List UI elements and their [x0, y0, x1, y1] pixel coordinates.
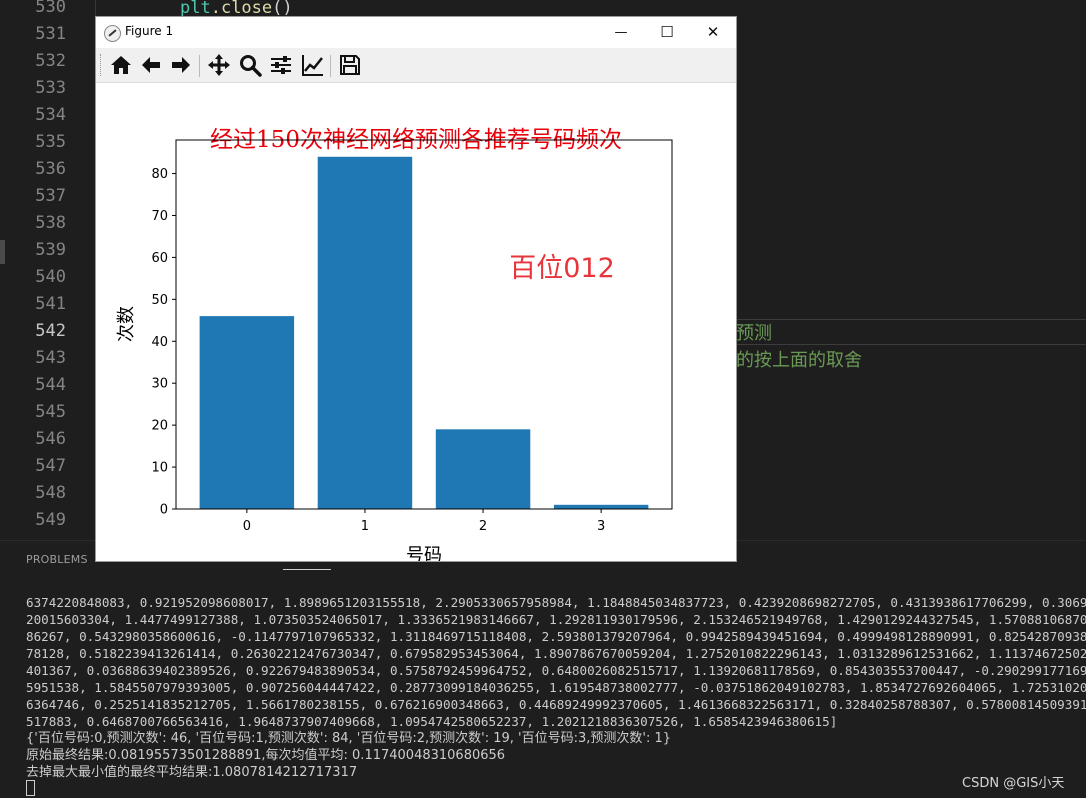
code-line-530[interactable]: plt.close() [180, 0, 293, 18]
bar-chart: 经过150次神经网络预测各推荐号码频次 百位012 01020304050607… [116, 127, 673, 561]
watermark: CSDN @GIS小天 [962, 776, 1065, 791]
line-number: 539 [35, 240, 66, 260]
terminal-output-line: 6374220848083, 0.921952098608017, 1.8989… [26, 595, 1086, 610]
line-number: 531 [35, 24, 66, 44]
line-number-gutter: 530 531 532 533 534 535 536 537 538 539 540 541 542 5… [0, 0, 96, 540]
line-number: 544 [35, 375, 66, 395]
figure-toolbar [96, 48, 736, 83]
tab-problems[interactable]: PROBLEMS [26, 553, 88, 566]
y-tick-label: 20 [151, 419, 168, 434]
code-token-paren: () [272, 0, 293, 18]
x-tick-label: 2 [479, 519, 487, 534]
bar-3 [553, 504, 649, 509]
x-axis-label: 号码 [406, 545, 442, 561]
line-number: 549 [35, 510, 66, 530]
figure-window[interactable]: Figure 1 — ☐ ✕ 经过150次神经网络预测各推荐号码频次 百位012… [96, 17, 736, 561]
subplots-icon[interactable] [268, 52, 294, 78]
line-number: 541 [35, 294, 66, 314]
close-button[interactable]: ✕ [690, 17, 736, 48]
back-arrow-icon[interactable] [138, 52, 164, 78]
plot-canvas[interactable]: 经过150次神经网络预测各推荐号码频次 百位012 0 10 20 30 40 50 60 7… [96, 83, 736, 561]
line-number: 548 [35, 483, 66, 503]
terminal-output-line: 去掉最大最小值的最终平均结果:1.0807814212717317 [26, 765, 358, 780]
x-tick-label: 1 [361, 519, 369, 534]
terminal-output-line: 6364746, 0.2525141835212705, 1.566178023… [26, 697, 1086, 712]
bar-1 [317, 156, 413, 509]
line-number: 536 [35, 159, 66, 179]
line-number: 545 [35, 402, 66, 422]
window-title: Figure 1 [125, 24, 174, 38]
line-number: 538 [35, 213, 66, 233]
x-tick-label: 0 [243, 519, 251, 534]
pan-icon[interactable] [206, 52, 232, 78]
forward-arrow-icon[interactable] [168, 52, 194, 78]
line-number: 546 [35, 429, 66, 449]
line-number: 540 [35, 267, 66, 287]
toolbar-separator [330, 55, 331, 77]
terminal-output-line: 401367, 0.03688639402389526, 0.922679483… [26, 663, 1086, 678]
y-tick-label: 50 [151, 293, 168, 308]
save-icon[interactable] [337, 52, 363, 78]
window-titlebar[interactable]: Figure 1 — ☐ ✕ [96, 17, 736, 48]
terminal-output-line: {'百位号码:0,预测次数': 46, '百位号码:1,预测次数': 84, '… [26, 731, 672, 746]
line-number: 537 [35, 186, 66, 206]
bar-0 [199, 316, 295, 509]
x-tick-label: 3 [597, 519, 605, 534]
code-token-function: .close [210, 0, 273, 18]
y-tick-label: 60 [151, 251, 168, 266]
minimize-button[interactable]: — [598, 17, 644, 48]
y-tick-label: 40 [151, 335, 168, 350]
y-tick-label: 10 [151, 461, 168, 476]
y-tick-label: 80 [151, 167, 168, 182]
line-number: 543 [35, 348, 66, 368]
matplotlib-icon [104, 25, 121, 42]
line-number: 533 [35, 78, 66, 98]
zoom-icon[interactable] [237, 52, 263, 78]
line-number: 547 [35, 456, 66, 476]
y-tick-label: 70 [151, 209, 168, 224]
home-icon[interactable] [108, 52, 134, 78]
y-tick-label: 0 [160, 503, 168, 518]
chart-annotation: 百位012 [509, 253, 615, 284]
terminal-output-line: 86267, 0.5432980358600616, -0.1147797107… [26, 629, 1086, 644]
line-number: 530 [35, 0, 66, 17]
terminal-output-line: 517883, 0.6468700766563416, 1.9648737907… [26, 714, 838, 729]
line-number: 534 [35, 105, 66, 125]
y-axis-label: 次数 [116, 306, 137, 342]
terminal-output-line: 20015603304, 1.4477499127388, 1.07350352… [26, 612, 1086, 627]
toolbar-grip [100, 54, 103, 76]
maximize-button[interactable]: ☐ [644, 17, 690, 48]
terminal-cursor [26, 780, 35, 796]
line-number: 535 [35, 132, 66, 152]
bar-2 [435, 429, 531, 509]
active-tab-underline [283, 569, 331, 570]
toolbar-separator [199, 55, 200, 77]
terminal-output-line: 原始最终结果:0.08195573501288891,每次均值平均: 0.117… [26, 748, 506, 763]
terminal-output-line: 5951538, 1.5845507979393005, 0.907256044… [26, 680, 1086, 695]
terminal-output[interactable]: 6374220848083, 0.921952098608017, 1.8989… [26, 594, 1086, 781]
y-tick-label: 30 [151, 377, 168, 392]
edit-curve-icon[interactable] [300, 52, 326, 78]
line-number: 542 [35, 321, 66, 341]
line-number: 532 [35, 51, 66, 71]
code-comment-543: 十的按上面的取舍 [718, 350, 862, 371]
code-token-object: plt [180, 0, 211, 18]
terminal-output-line: 78128, 0.5182239413261414, 0.26302212476… [26, 646, 1086, 661]
